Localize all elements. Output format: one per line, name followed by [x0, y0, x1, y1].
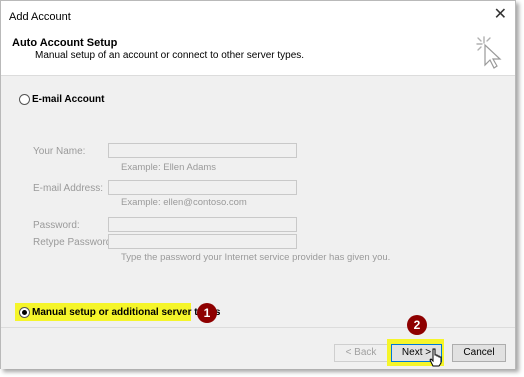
your-name-label: Your Name: [33, 146, 86, 157]
close-icon[interactable]: ✕ [494, 6, 507, 24]
password-field[interactable] [108, 217, 297, 232]
page-title: Auto Account Setup [12, 37, 118, 49]
email-account-radio[interactable] [19, 94, 30, 105]
email-address-example: Example: ellen@contoso.com [121, 197, 247, 208]
retype-password-label: Retype Password: [33, 237, 115, 248]
email-account-label[interactable]: E-mail Account [32, 94, 104, 105]
password-label: Password: [33, 220, 80, 231]
title-bar: Add Account ✕ [1, 1, 515, 31]
your-name-example: Example: Ellen Adams [121, 162, 217, 173]
manual-setup-radio[interactable] [19, 307, 30, 318]
dialog-body: E-mail Account Your Name: Example: Ellen… [1, 76, 515, 327]
password-hint: Type the password your Internet service … [121, 252, 391, 263]
back-button[interactable]: < Back [334, 344, 388, 362]
wizard-header: Auto Account Setup Manual setup of an ac… [1, 31, 515, 76]
retype-password-field[interactable] [108, 234, 297, 249]
wizard-cursor-icon [476, 36, 502, 69]
window-title: Add Account [9, 11, 71, 23]
callout-badge-1: 1 [197, 303, 217, 323]
cancel-button[interactable]: Cancel [452, 344, 506, 362]
callout-badge-2: 2 [407, 315, 427, 335]
button-bar: 2 < Back Next > Cancel [1, 315, 515, 369]
email-address-label: E-mail Address: [33, 183, 104, 194]
add-account-dialog: Add Account ✕ Auto Account Setup Manual … [0, 0, 516, 369]
email-address-field[interactable] [108, 180, 297, 195]
manual-setup-label[interactable]: Manual setup or additional server types [32, 307, 220, 318]
your-name-field[interactable] [108, 143, 297, 158]
hand-cursor-icon [429, 348, 442, 367]
page-subtitle: Manual setup of an account or connect to… [35, 50, 305, 61]
